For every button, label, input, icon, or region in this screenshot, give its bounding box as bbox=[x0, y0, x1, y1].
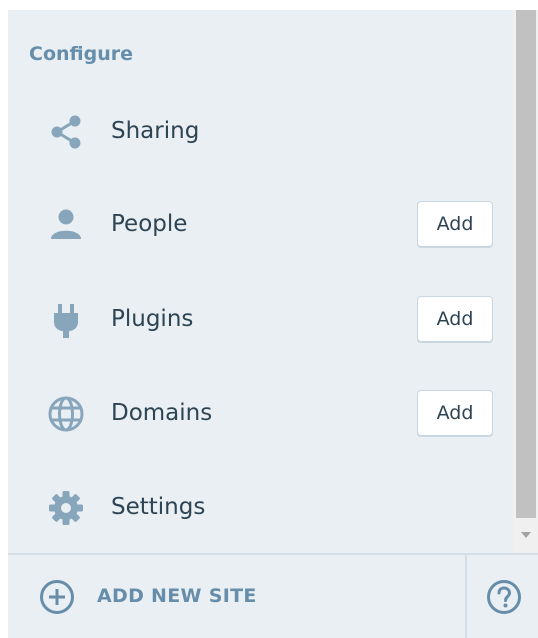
sidebar-item-label: Plugins bbox=[111, 306, 194, 332]
sidebar-item-label: Settings bbox=[111, 494, 206, 520]
add-people-button[interactable]: Add bbox=[417, 201, 493, 247]
sidebar-item-plugins[interactable]: Plugins Add bbox=[8, 292, 513, 348]
sidebar-footer: ADD NEW SITE bbox=[8, 553, 538, 638]
sidebar-item-people[interactable]: People Add bbox=[8, 197, 513, 253]
share-icon bbox=[44, 110, 88, 154]
add-domains-button[interactable]: Add bbox=[417, 390, 493, 436]
sidebar-item-label: Sharing bbox=[111, 118, 200, 144]
add-new-site-label: ADD NEW SITE bbox=[97, 585, 257, 607]
plus-circle-icon bbox=[39, 579, 75, 615]
sidebar-item-label: People bbox=[111, 211, 188, 237]
add-new-site-button[interactable]: ADD NEW SITE bbox=[8, 555, 467, 638]
globe-icon bbox=[44, 392, 88, 436]
sidebar-item-settings[interactable]: Settings bbox=[8, 480, 513, 536]
scrollbar-thumb[interactable] bbox=[516, 10, 536, 518]
sidebar-item-sharing[interactable]: Sharing bbox=[8, 104, 513, 160]
sidebar-item-domains[interactable]: Domains Add bbox=[8, 386, 513, 442]
person-icon bbox=[44, 203, 88, 247]
sidebar-item-label: Domains bbox=[111, 400, 213, 426]
section-title: Configure bbox=[29, 43, 133, 65]
scrollbar[interactable] bbox=[513, 10, 538, 553]
scroll-down-arrow-icon[interactable] bbox=[521, 532, 531, 538]
plug-icon bbox=[44, 298, 88, 342]
add-plugins-button[interactable]: Add bbox=[417, 296, 493, 342]
gear-icon bbox=[44, 486, 88, 530]
help-icon[interactable] bbox=[486, 579, 522, 615]
sidebar-panel: Configure Sharing People Add Plugins Add… bbox=[8, 10, 538, 638]
